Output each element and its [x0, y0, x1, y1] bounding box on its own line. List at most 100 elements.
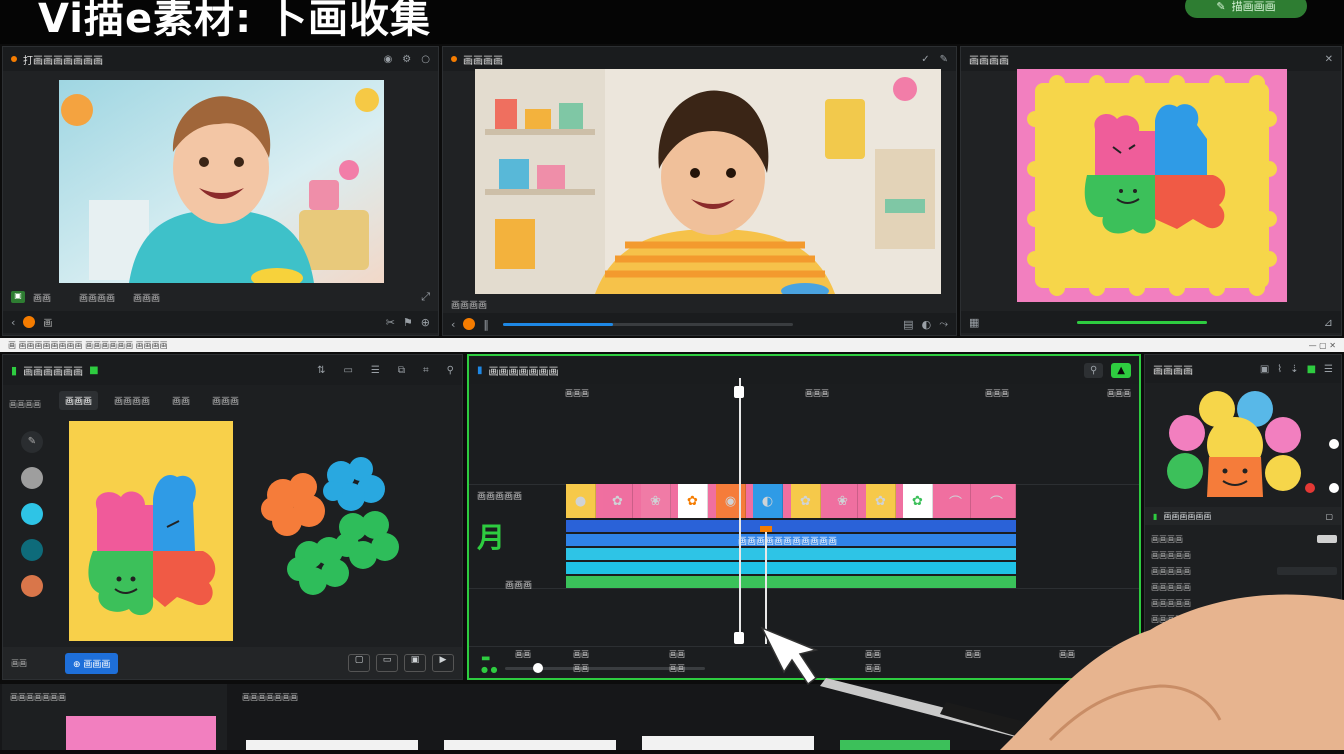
preview-3-slider[interactable] — [1077, 320, 1208, 324]
frame-icon[interactable]: ▭ — [376, 654, 398, 672]
green-square-icon[interactable]: ■ — [1307, 364, 1316, 375]
zoom-slider-knob[interactable] — [533, 663, 543, 673]
white-dot-icon[interactable] — [1329, 439, 1339, 449]
property-row: 画画画画 — [1151, 531, 1337, 547]
list-icon[interactable]: ☰ — [1324, 364, 1333, 375]
bottom-card-4[interactable] — [840, 740, 950, 750]
snap-icon[interactable]: ▲ — [1111, 362, 1131, 378]
assets-panel: ▮ 画画画画画画 ■ ⇅ ▭ ☰ ⧉ ⌗ ⚲ 画画画画 ✎ 画画画 画画画画 画… — [2, 354, 463, 680]
swatch-teal[interactable] — [21, 539, 43, 561]
property-row: 画画画画画 — [1151, 579, 1337, 595]
playhead-knob[interactable] — [463, 318, 476, 330]
check-icon[interactable]: ✓ — [921, 54, 929, 65]
clip-cyan-2[interactable] — [566, 562, 1016, 574]
eyedropper-icon[interactable]: ✎ — [21, 431, 43, 453]
playhead-bottom-handle[interactable] — [734, 632, 744, 644]
curve-icon[interactable]: ⌇ — [1277, 364, 1282, 375]
close-icon[interactable]: ✕ — [1325, 54, 1333, 65]
clip-cyan[interactable] — [566, 548, 1016, 560]
assets-footer: 画画 ⊕ 画画画 ▢ ▭ ▣ ▶ — [3, 647, 462, 679]
tab-4[interactable]: 画画画 — [206, 391, 245, 410]
zoom-out-icon[interactable]: ▬ — [481, 653, 490, 664]
play-icon[interactable]: ▶ — [432, 654, 454, 672]
image-icon[interactable]: ▣ — [404, 654, 426, 672]
monitor-icon[interactable]: ▭ — [343, 365, 352, 376]
bottom-card-2[interactable] — [444, 740, 616, 750]
prev-icon[interactable]: ‹ — [11, 316, 15, 329]
window-controls-icon[interactable]: — ▢ ✕ — [1309, 341, 1336, 350]
asset-flowers[interactable] — [253, 455, 413, 605]
preview-2-scrubber[interactable] — [502, 322, 793, 326]
view-buttons: ▢ ▭ ▣ ▶ — [348, 654, 454, 672]
flag-icon[interactable]: ⚑ — [403, 316, 413, 329]
settings-icon[interactable]: ⚙ — [402, 54, 411, 65]
tab-3[interactable]: 画画 — [166, 391, 196, 410]
list-icon[interactable]: ☰ — [371, 365, 380, 376]
property-slider[interactable] — [1287, 599, 1337, 607]
trim-marker[interactable] — [765, 528, 767, 644]
playhead-knob[interactable] — [23, 316, 36, 328]
swatch-gray[interactable] — [21, 467, 43, 489]
tab-1[interactable]: 画画画 — [59, 390, 99, 410]
bottom-card-1[interactable] — [246, 740, 418, 750]
down-icon[interactable]: ⇣ — [1290, 364, 1298, 375]
preview-1-title: 打画画画画画画画 — [23, 55, 103, 67]
trim-handle[interactable] — [760, 526, 772, 532]
property-field[interactable] — [1277, 567, 1337, 575]
playhead-line[interactable] — [739, 378, 741, 640]
import-button[interactable]: ⊕ 画画画 — [65, 652, 119, 674]
cut-icon[interactable]: ✂ — [386, 316, 395, 329]
clip-blue[interactable] — [566, 520, 1016, 532]
frame-icon[interactable]: ▣ — [1260, 364, 1269, 375]
thumbnail-strip[interactable]: ● ✿ ❀ ✿ ◉ ◐ ✿ ❀ ✿ ✿ ⌒ ⌒ — [566, 484, 1016, 518]
properties-header: 画画画画 ▣ ⌇ ⇣ ■ ☰ — [1145, 355, 1341, 383]
close-icon[interactable]: ○ — [421, 54, 430, 65]
tab-2[interactable]: 画画画画 — [108, 391, 156, 410]
asset-puzzle-card[interactable] — [69, 421, 233, 641]
thumb-2: ✿ — [603, 484, 633, 518]
fullscreen-icon[interactable]: ⤢ — [421, 290, 430, 304]
edit-icon[interactable]: ✎ — [940, 54, 948, 65]
copy-icon[interactable]: ⧉ — [398, 365, 405, 376]
bottom-tick: 画画 — [865, 664, 881, 673]
clip-green[interactable] — [566, 576, 1016, 588]
link-icon[interactable]: ⤳ — [939, 317, 948, 331]
bottom-tick: 画画 — [865, 650, 881, 659]
audio-track-label: 画画画 — [505, 581, 533, 591]
red-dot-icon[interactable] — [1305, 483, 1315, 493]
properties-section-title: 画画画画画画 — [1163, 511, 1212, 521]
thumb-10: ✿ — [903, 484, 933, 518]
bottom-card-3[interactable] — [642, 736, 814, 750]
white-dot-icon[interactable] — [1329, 483, 1339, 493]
bottom-tick: 画画 — [1059, 650, 1075, 659]
bottom-thumb[interactable] — [66, 716, 216, 750]
chat-icon[interactable]: ◉ — [384, 54, 393, 65]
pin-icon[interactable]: ⚲ — [447, 365, 454, 376]
plus-icon: ⊕ — [73, 659, 84, 670]
sort-icon[interactable]: ⇅ — [317, 365, 325, 376]
stop-icon[interactable]: ▢ — [348, 654, 370, 672]
clip-blue-2[interactable]: 画画画画画画画画画画画 — [566, 534, 1016, 547]
collapse-icon[interactable]: ▢ — [1325, 512, 1333, 521]
crop-icon[interactable]: ⌗ — [423, 365, 429, 376]
prev-icon[interactable]: ‹ — [451, 318, 455, 331]
swatch-orange[interactable] — [21, 575, 43, 597]
adjust-icon[interactable]: ⊿ — [1324, 316, 1333, 329]
timeline-footer: ▬ ● ● 画画 画画 画画 画画 画画 画画 画画 画画 画画 — [469, 646, 1139, 679]
playhead-handle[interactable] — [734, 386, 744, 398]
green-dots-icon: ● ● — [481, 665, 498, 674]
color-icon[interactable]: ◐ — [922, 318, 932, 331]
lock-icon[interactable]: ⚲ — [1083, 362, 1104, 378]
preview-2-controls: ‹ ‖ ▤ ◐ ⤳ — [443, 313, 956, 335]
preview-2-progress — [502, 322, 614, 326]
pause-icon[interactable]: ‖ — [483, 318, 489, 331]
layout-icon[interactable]: ▤ — [903, 318, 913, 331]
preview-1-export[interactable]: 画画画 — [133, 291, 160, 304]
thumb-1: ● — [566, 484, 596, 518]
swatch-cyan[interactable] — [21, 503, 43, 525]
zoom-icon[interactable]: ⊕ — [421, 316, 430, 329]
grid-icon[interactable]: ▦ — [969, 316, 979, 329]
preview-2-label: 画画画画 — [451, 300, 488, 311]
property-toggle[interactable] — [1317, 535, 1337, 543]
top-action-button[interactable]: ✎ 描画画画 — [1185, 0, 1307, 18]
